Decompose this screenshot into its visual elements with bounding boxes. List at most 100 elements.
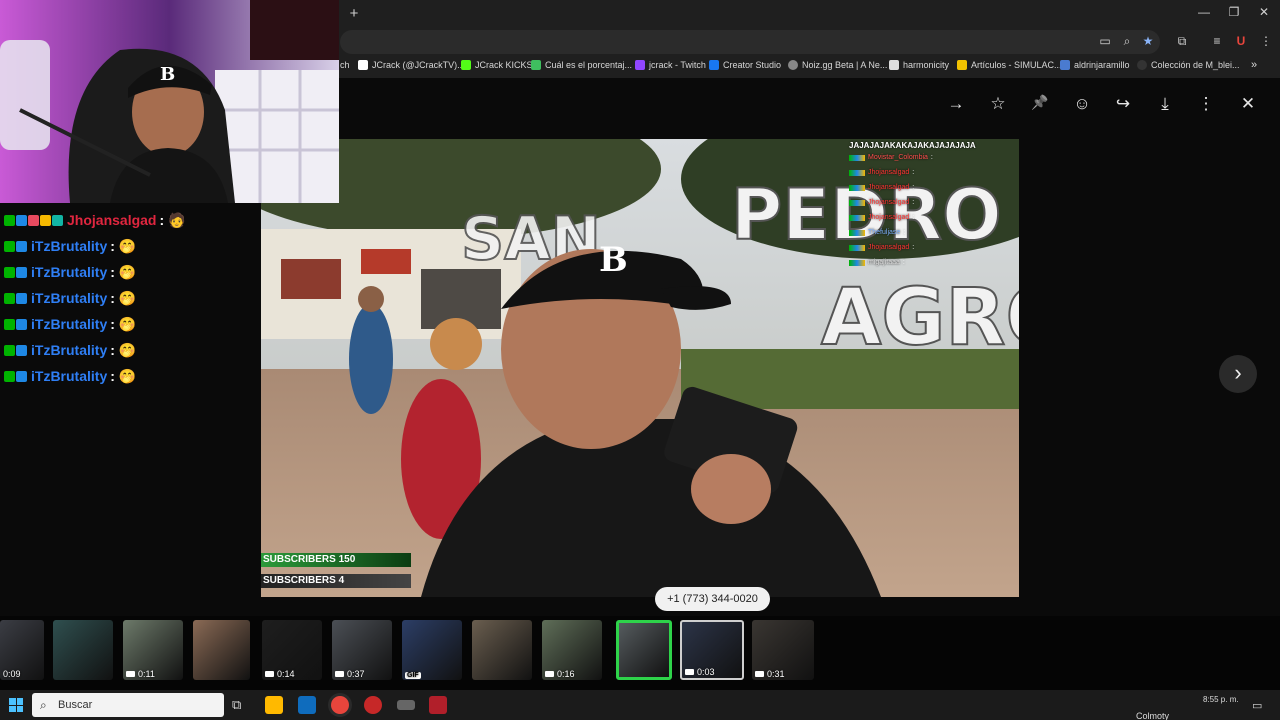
chat-username[interactable]: iTzBrutality (31, 238, 107, 254)
bookmark-item[interactable]: Cuál es el porcentaj... (531, 60, 632, 70)
overlay-chat-message: Thefuljase: (849, 225, 1019, 240)
share-icon[interactable]: ↪ (1110, 94, 1136, 114)
overlay-chat-username: Jhojansalgad (868, 199, 910, 206)
bookmark-item[interactable]: JCrack KICKS (461, 60, 533, 70)
badge-icon (4, 266, 15, 278)
video-camera-icon (545, 671, 554, 677)
filmstrip-thumbnail[interactable]: 0:31 (752, 620, 814, 680)
chat-separator: : (110, 342, 115, 358)
outlook-icon[interactable] (298, 696, 316, 714)
chat-username[interactable]: iTzBrutality (31, 290, 107, 306)
bookmark-item[interactable]: Creator Studio (709, 60, 781, 70)
overlay-chat-username: Movistar_Colombia (868, 154, 928, 161)
facebook-logo-icon (709, 60, 719, 70)
chat-username[interactable]: iTzBrutality (31, 342, 107, 358)
filmstrip-thumbnail[interactable]: 0:37 (332, 620, 392, 680)
filmstrip-thumbnail[interactable]: 0:03 (680, 620, 744, 680)
minimize-button[interactable]: — (1194, 5, 1214, 19)
video-camera-icon (685, 669, 694, 675)
pin-icon[interactable]: 📌 (1027, 94, 1053, 111)
more-options-icon[interactable]: ⋮ (1193, 94, 1219, 114)
forward-arrow-icon[interactable]: → (943, 94, 969, 114)
filmstrip-thumbnail[interactable] (616, 620, 672, 680)
overlay-chat-separator: : (912, 169, 915, 176)
overlay-chat-list: Movistar_Colombia: Jhojansalgad: Jhojansal… (849, 150, 1019, 270)
notifications-icon[interactable]: ▭ (1252, 699, 1262, 712)
filmstrip-thumbnail[interactable] (53, 620, 113, 680)
close-window-button[interactable]: ✕ (1254, 5, 1274, 19)
bookmark-item[interactable]: Noiz.gg Beta | A Ne... (788, 60, 887, 70)
chat-username[interactable]: iTzBrutality (31, 264, 107, 280)
video-camera-icon (755, 671, 764, 677)
more-bookmarks-button[interactable]: » (1251, 59, 1257, 71)
overlay-chat-username: Jhojansalgad (868, 184, 910, 191)
bookmark-item[interactable]: ch (340, 60, 350, 70)
star-icon[interactable]: ☆ (985, 94, 1011, 114)
zoom-icon[interactable]: ⌕ (1118, 34, 1136, 49)
overlay-chat-message: Jhojansalgad: (849, 210, 1019, 225)
subscribers-bar: SUBSCRIBERS 150 (261, 553, 411, 567)
bookmark-item[interactable]: JCrack (@JCrackTV)... (358, 60, 465, 70)
chat-username[interactable]: iTzBrutality (31, 368, 107, 384)
app-icon[interactable] (429, 696, 447, 714)
app-icon[interactable] (397, 700, 415, 710)
overlay-chat-message: Jhojansalgad: (849, 165, 1019, 180)
badge-icon (16, 344, 27, 356)
filmstrip-thumbnail[interactable]: 0:16 (542, 620, 602, 680)
bookmark-item[interactable]: Colección de M_blei... (1137, 60, 1240, 70)
search-icon: ⌕ (40, 698, 47, 712)
video-duration: 0:09 (3, 669, 21, 679)
restore-button[interactable]: ❐ (1224, 5, 1244, 19)
chat-separator: : (110, 238, 115, 254)
browser-menu-icon[interactable]: ⋮ (1257, 34, 1275, 48)
chat-separator: : (110, 264, 115, 280)
bookmark-item[interactable]: aldrinjaramillo (1060, 60, 1130, 70)
chat-separator: : (110, 316, 115, 332)
extensions-icon[interactable]: ⧉ (1173, 34, 1191, 49)
svg-text:B: B (160, 64, 175, 85)
app-icon[interactable] (364, 696, 382, 714)
task-view-icon[interactable]: ⧉ (232, 697, 241, 713)
duration-text: 0:03 (697, 667, 715, 677)
filmstrip-thumbnail[interactable]: 0:14 (262, 620, 322, 680)
overlay-badge-icon (849, 244, 865, 251)
chat-emote-icon: 🤭 (118, 315, 137, 332)
badge-icon (16, 214, 27, 226)
emoji-icon[interactable]: ☺ (1069, 94, 1095, 114)
overlay-chat-separator: : (912, 214, 915, 221)
video-duration: 0:14 (265, 669, 295, 679)
overlay-chat-username: Jhojansalgad (868, 214, 910, 221)
bookmark-item[interactable]: Artículos - SIMULAC... (957, 60, 1062, 70)
bookmark-item[interactable]: harmonicity (889, 60, 949, 70)
profile-icon[interactable]: U (1232, 34, 1250, 48)
chat-username[interactable]: Jhojansalgad (67, 212, 156, 228)
filmstrip-thumbnail[interactable]: 0:11 (123, 620, 183, 680)
clock[interactable]: 8:55 p. m. (1203, 695, 1239, 704)
next-media-button[interactable]: › (1219, 355, 1257, 393)
badge-icon (4, 214, 15, 226)
bookmark-item[interactable]: jcrack - Twitch (635, 60, 706, 70)
new-tab-button[interactable]: + (346, 5, 362, 22)
overlay-badge-icon (849, 259, 865, 266)
download-icon[interactable]: ⤓ (1152, 94, 1178, 114)
taskbar-search-input[interactable]: ⌕ Buscar (32, 693, 224, 717)
media-icon[interactable]: ≡ (1208, 34, 1226, 48)
filmstrip-thumbnail[interactable] (472, 620, 532, 680)
bookmark-star-icon[interactable]: ★ (1139, 34, 1157, 48)
overlay-chat-username: Jhojansalgad (868, 244, 910, 251)
address-bar[interactable] (340, 30, 1160, 54)
chrome-icon[interactable] (331, 696, 349, 714)
file-explorer-icon[interactable] (265, 696, 283, 714)
video-duration: 0:11 (126, 669, 155, 679)
filmstrip-thumbnail[interactable] (193, 620, 250, 680)
start-button[interactable] (9, 698, 23, 712)
video-camera-icon (126, 671, 135, 677)
overlay-chat-message: Jhojansalgad: (849, 180, 1019, 195)
twitch-logo-icon (635, 60, 645, 70)
chat-username[interactable]: iTzBrutality (31, 316, 107, 332)
filmstrip-thumbnail[interactable]: GIF (402, 620, 462, 680)
filmstrip-thumbnail[interactable]: 0:09 (0, 620, 44, 680)
chat-badges (4, 214, 63, 226)
close-icon[interactable]: ✕ (1235, 94, 1261, 114)
cast-icon[interactable]: ▭ (1096, 34, 1114, 48)
